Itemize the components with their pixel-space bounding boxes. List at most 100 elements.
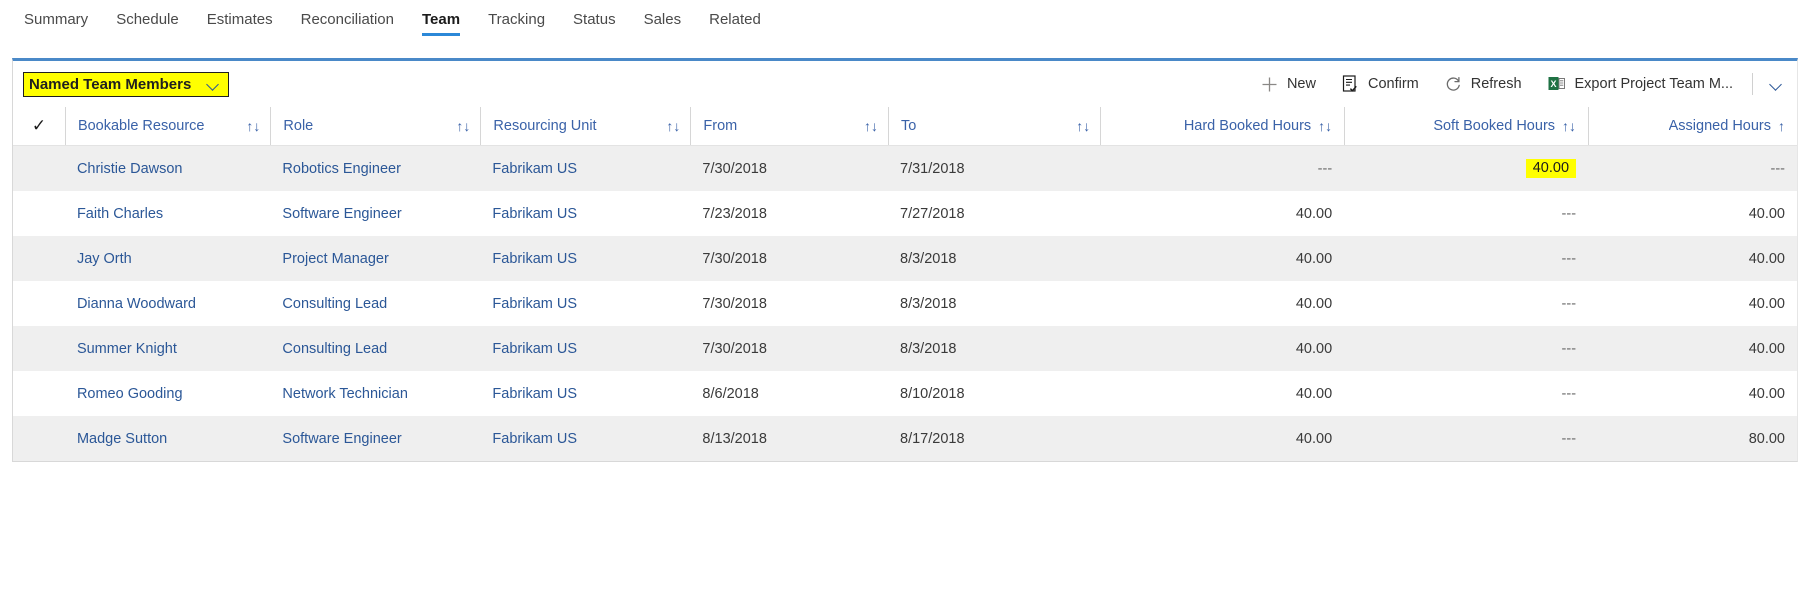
table-row[interactable]: Madge SuttonSoftware EngineerFabrikam US…	[13, 416, 1797, 461]
cell-to: 8/17/2018	[888, 416, 1100, 461]
cell-link[interactable]: Romeo Gooding	[65, 386, 270, 402]
cell-resourcing-unit[interactable]: Fabrikam US	[480, 281, 690, 326]
table-row[interactable]: Faith CharlesSoftware EngineerFabrikam U…	[13, 191, 1797, 236]
cell-role[interactable]: Software Engineer	[270, 416, 480, 461]
cell-role[interactable]: Consulting Lead	[270, 326, 480, 371]
cell-link[interactable]: Consulting Lead	[270, 296, 480, 312]
sort-toggle-icon[interactable]: ↑↓	[1318, 118, 1332, 134]
cell-link[interactable]: Fabrikam US	[480, 386, 690, 402]
column-header-assigned-hours[interactable]: Assigned Hours↑	[1588, 107, 1797, 146]
table-row[interactable]: Dianna WoodwardConsulting LeadFabrikam U…	[13, 281, 1797, 326]
tab-related[interactable]: Related	[695, 0, 775, 44]
cell-role[interactable]: Network Technician	[270, 371, 480, 416]
refresh-button-label: Refresh	[1471, 76, 1522, 92]
column-header-hard-booked-hours[interactable]: Hard Booked Hours↑↓	[1100, 107, 1344, 146]
cell-link[interactable]: Fabrikam US	[480, 341, 690, 357]
column-header-soft-booked-hours[interactable]: Soft Booked Hours↑↓	[1344, 107, 1588, 146]
cell-from: 8/6/2018	[690, 371, 888, 416]
command-bar-overflow-button[interactable]	[1759, 67, 1793, 101]
cell-assigned-hours: 40.00	[1588, 281, 1797, 326]
cell-link[interactable]: Fabrikam US	[480, 206, 690, 222]
cell-link[interactable]: Jay Orth	[65, 251, 270, 267]
cell-link[interactable]: Software Engineer	[270, 206, 480, 222]
cell-bookable-resource[interactable]: Faith Charles	[65, 191, 270, 236]
cell-resourcing-unit[interactable]: Fabrikam US	[480, 371, 690, 416]
cell-bookable-resource[interactable]: Summer Knight	[65, 326, 270, 371]
tab-status[interactable]: Status	[559, 0, 630, 44]
cell-role[interactable]: Project Manager	[270, 236, 480, 281]
cell-link[interactable]: Fabrikam US	[480, 251, 690, 267]
tab-tracking[interactable]: Tracking	[474, 0, 559, 44]
export-project-team-button[interactable]: X Export Project Team M...	[1535, 69, 1746, 99]
table-row[interactable]: Romeo GoodingNetwork TechnicianFabrikam …	[13, 371, 1797, 416]
sort-toggle-icon[interactable]: ↑↓	[456, 118, 470, 134]
tab-sales[interactable]: Sales	[630, 0, 696, 44]
row-select-cell[interactable]	[13, 281, 65, 326]
cell-link[interactable]: Faith Charles	[65, 206, 270, 222]
row-select-cell[interactable]	[13, 371, 65, 416]
sort-toggle-icon[interactable]: ↑↓	[666, 118, 680, 134]
sort-toggle-icon[interactable]: ↑↓	[864, 118, 878, 134]
table-row[interactable]: Christie DawsonRobotics EngineerFabrikam…	[13, 146, 1797, 192]
sort-toggle-icon[interactable]: ↑↓	[1076, 118, 1090, 134]
cell-hard-booked-hours: 40.00	[1100, 236, 1344, 281]
confirm-button[interactable]: Confirm	[1329, 69, 1432, 99]
cell-resourcing-unit[interactable]: Fabrikam US	[480, 326, 690, 371]
sort-toggle-icon[interactable]: ↑↓	[1562, 118, 1576, 134]
cell-resourcing-unit[interactable]: Fabrikam US	[480, 146, 690, 192]
cell-link[interactable]: Dianna Woodward	[65, 296, 270, 312]
row-select-cell[interactable]	[13, 236, 65, 281]
cell-link[interactable]: Network Technician	[270, 386, 480, 402]
column-header-role[interactable]: Role↑↓	[270, 107, 480, 146]
cell-link[interactable]: Summer Knight	[65, 341, 270, 357]
cell-link[interactable]: Software Engineer	[270, 431, 480, 447]
table-row[interactable]: Jay OrthProject ManagerFabrikam US7/30/2…	[13, 236, 1797, 281]
view-selector[interactable]: Named Team Members	[23, 72, 229, 97]
cell-bookable-resource[interactable]: Jay Orth	[65, 236, 270, 281]
row-select-cell[interactable]	[13, 146, 65, 192]
cell-text: 7/31/2018	[888, 161, 1100, 177]
cell-role[interactable]: Robotics Engineer	[270, 146, 480, 192]
cell-link[interactable]: Consulting Lead	[270, 341, 480, 357]
column-header-resourcing-unit[interactable]: Resourcing Unit↑↓	[480, 107, 690, 146]
tab-team[interactable]: Team	[408, 0, 474, 44]
tab-reconciliation[interactable]: Reconciliation	[287, 0, 408, 44]
cell-link[interactable]: Christie Dawson	[65, 161, 270, 177]
table-row[interactable]: Summer KnightConsulting LeadFabrikam US7…	[13, 326, 1797, 371]
cell-bookable-resource[interactable]: Dianna Woodward	[65, 281, 270, 326]
row-select-cell[interactable]	[13, 416, 65, 461]
cell-assigned-hours: 40.00	[1588, 326, 1797, 371]
column-header-from[interactable]: From↑↓	[690, 107, 888, 146]
cell-link[interactable]: Robotics Engineer	[270, 161, 480, 177]
cell-resourcing-unit[interactable]: Fabrikam US	[480, 191, 690, 236]
refresh-button[interactable]: Refresh	[1432, 70, 1535, 99]
cell-text: 40.00	[1344, 159, 1588, 178]
cell-link[interactable]: Fabrikam US	[480, 431, 690, 447]
cell-resourcing-unit[interactable]: Fabrikam US	[480, 236, 690, 281]
cell-bookable-resource[interactable]: Madge Sutton	[65, 416, 270, 461]
cell-link[interactable]: Fabrikam US	[480, 296, 690, 312]
cell-role[interactable]: Consulting Lead	[270, 281, 480, 326]
column-header-label: To	[901, 118, 916, 134]
cell-text: 80.00	[1588, 431, 1797, 447]
sort-toggle-icon[interactable]: ↑↓	[246, 118, 260, 134]
cell-resourcing-unit[interactable]: Fabrikam US	[480, 416, 690, 461]
row-select-cell[interactable]	[13, 191, 65, 236]
cell-role[interactable]: Software Engineer	[270, 191, 480, 236]
excel-export-icon: X	[1548, 75, 1566, 93]
cell-bookable-resource[interactable]: Christie Dawson	[65, 146, 270, 192]
column-header-to[interactable]: To ↑↓	[888, 107, 1100, 146]
tab-schedule[interactable]: Schedule	[102, 0, 193, 44]
cell-link[interactable]: Madge Sutton	[65, 431, 270, 447]
column-header-bookable-resource[interactable]: Bookable Resource↑↓	[65, 107, 270, 146]
new-button[interactable]: New	[1248, 70, 1329, 99]
cell-link[interactable]: Fabrikam US	[480, 161, 690, 177]
cell-assigned-hours: 40.00	[1588, 236, 1797, 281]
row-select-cell[interactable]	[13, 326, 65, 371]
cell-bookable-resource[interactable]: Romeo Gooding	[65, 371, 270, 416]
cell-link[interactable]: Project Manager	[270, 251, 480, 267]
select-all-checkbox[interactable]: ✓	[13, 107, 65, 145]
sort-ascending-icon[interactable]: ↑	[1778, 118, 1785, 134]
tab-estimates[interactable]: Estimates	[193, 0, 287, 44]
tab-summary[interactable]: Summary	[10, 0, 102, 44]
